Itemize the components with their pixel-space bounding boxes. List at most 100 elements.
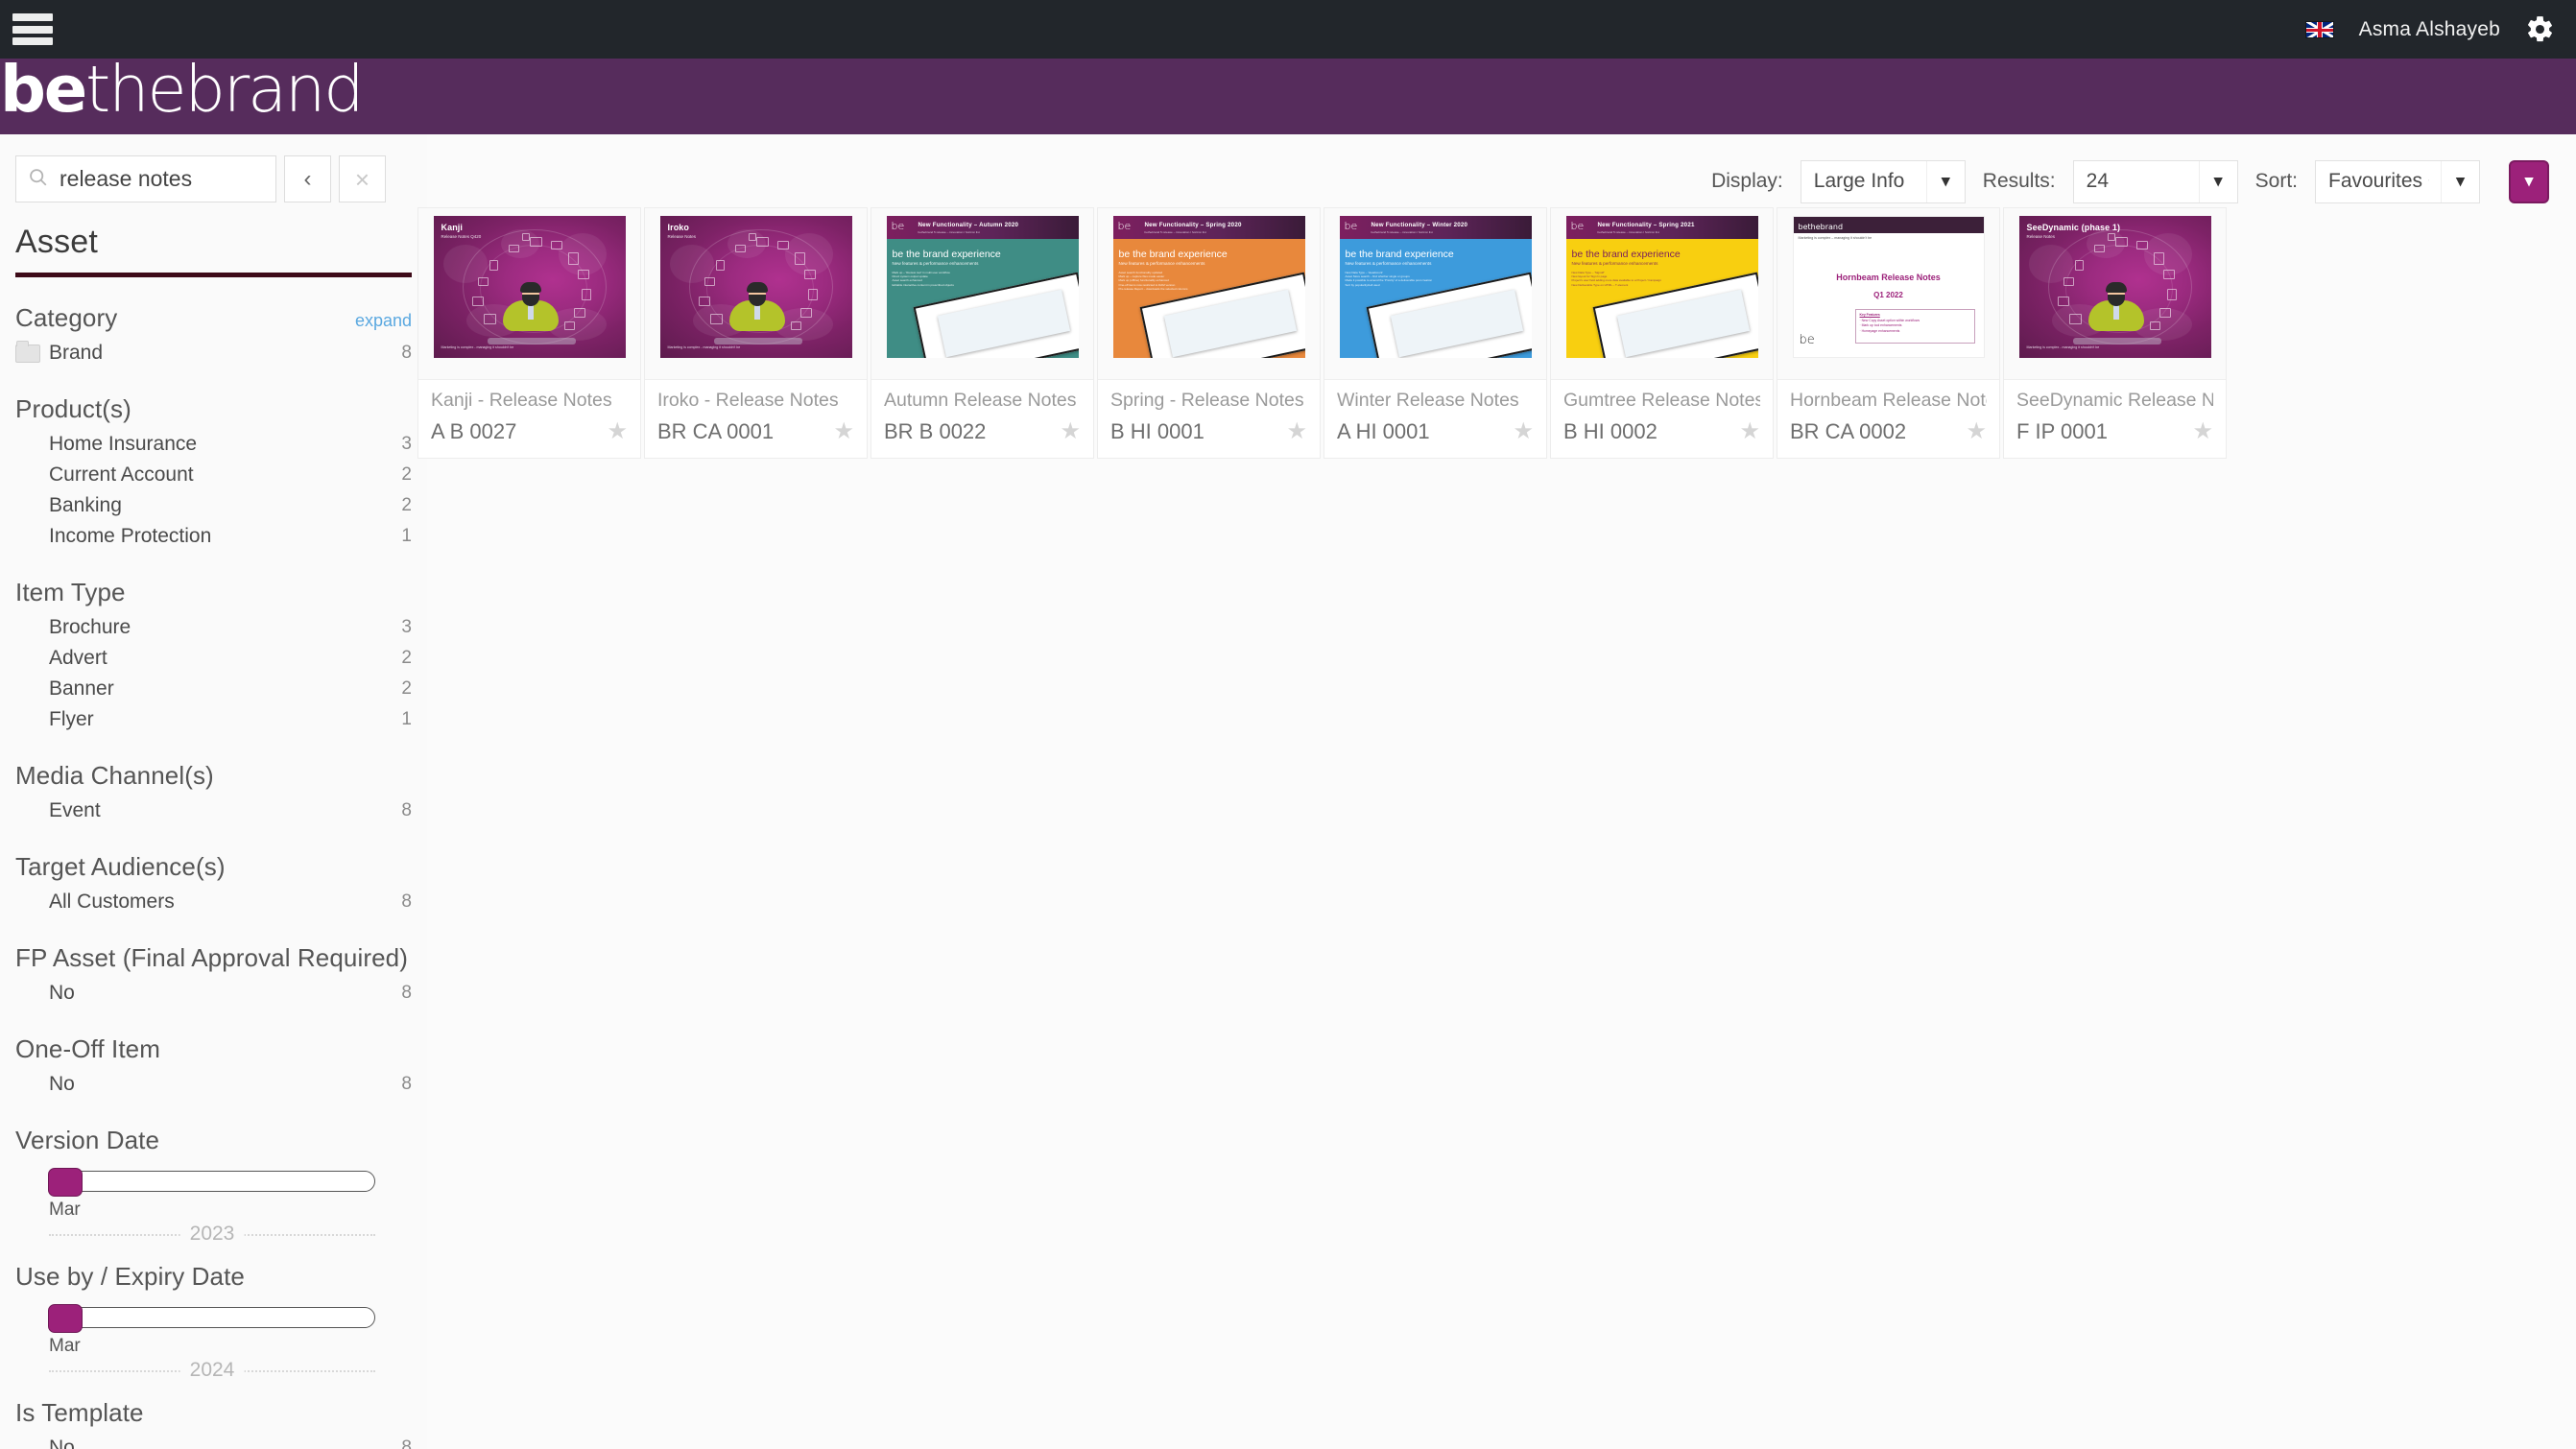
slider-thumb[interactable] xyxy=(48,1168,83,1197)
uk-flag-icon[interactable] xyxy=(2304,20,2334,38)
asset-card-meta: Hornbeam Release Notes BR CA 0002 ★ xyxy=(1777,379,1999,458)
facet-title: Product(s) xyxy=(15,394,131,423)
facet-row[interactable]: No 8 xyxy=(15,978,412,1009)
hamburger-icon[interactable] xyxy=(12,13,53,45)
facet-row[interactable]: All Customers 8 xyxy=(15,887,412,917)
asset-card-code: A HI 0001 xyxy=(1337,419,1430,443)
chevron-down-icon: ▾ xyxy=(2441,160,2479,202)
title-underline xyxy=(15,273,412,277)
favourite-star-icon[interactable]: ★ xyxy=(2192,420,2213,443)
facet-row[interactable]: Current Account 2 xyxy=(15,460,412,490)
asset-card[interactable]: SeeDynamic (phase 1) Release Notes Marke… xyxy=(2003,207,2227,459)
facet-header: Product(s) xyxy=(15,394,412,424)
asset-thumbnail: be the brand experience New features & p… xyxy=(1339,216,1532,358)
asset-thumbnail-area[interactable]: SeeDynamic (phase 1) Release Notes Marke… xyxy=(2004,208,2226,379)
asset-card[interactable]: bethebrand Marketing is complex – managi… xyxy=(1777,207,2000,459)
asset-card[interactable]: be the brand experience New features & p… xyxy=(1550,207,1774,459)
brand-banner: bethebrand xyxy=(0,52,2576,134)
thumb-bullets: Mark up – 'Review tool' in multi user wo… xyxy=(892,271,954,287)
favourite-star-icon[interactable]: ★ xyxy=(1286,420,1307,443)
facet-row-label: Banner xyxy=(49,677,114,700)
asset-thumbnail: Iroko Release Notes Marketing is complex… xyxy=(659,216,852,358)
facet-row[interactable]: Brochure 3 xyxy=(15,612,412,643)
thumb-title-2: Q1 2022 xyxy=(1873,291,1903,299)
asset-thumbnail-area[interactable]: Kanji Release Notes Q420 Marketing is co… xyxy=(418,208,640,379)
bethebrand-logo[interactable]: bethebrand xyxy=(0,52,365,127)
thumbnail-art: bethebrand Marketing is complex – managi… xyxy=(1792,216,1985,358)
favourite-star-icon[interactable]: ★ xyxy=(833,420,854,443)
facet-row[interactable]: Income Protection 1 xyxy=(15,521,412,552)
asset-card[interactable]: Iroko Release Notes Marketing is complex… xyxy=(644,207,868,459)
asset-thumbnail-area[interactable]: bethebrand Marketing is complex – managi… xyxy=(1777,208,1999,379)
username-label[interactable]: Asma Alshayeb xyxy=(2359,18,2500,41)
actions-menu-button[interactable]: ▾ xyxy=(2509,159,2549,203)
asset-card[interactable]: Kanji Release Notes Q420 Marketing is co… xyxy=(417,207,641,459)
slider-thumb[interactable] xyxy=(48,1304,83,1333)
slider-min-label: Mar xyxy=(49,1336,81,1356)
search-back-button[interactable]: ‹ xyxy=(284,155,331,202)
favourite-star-icon[interactable]: ★ xyxy=(1060,420,1081,443)
favourite-star-icon[interactable]: ★ xyxy=(1513,420,1534,443)
facet-row[interactable]: Home Insurance 3 xyxy=(15,429,412,460)
facet-expand-link[interactable]: expand xyxy=(355,311,412,331)
asset-thumbnail-area[interactable]: Iroko Release Notes Marketing is complex… xyxy=(645,208,867,379)
asset-thumbnail-area[interactable]: be the brand experience New features & p… xyxy=(1098,208,1320,379)
search-input[interactable] xyxy=(60,166,264,192)
asset-card-bottom: A HI 0001 ★ xyxy=(1337,419,1534,444)
display-select[interactable]: Large Info ▾ xyxy=(1800,159,1966,203)
display-select-value: Large Info xyxy=(1813,170,1905,192)
results-label: Results: xyxy=(1982,170,2056,192)
facet-row[interactable]: Banking 2 xyxy=(15,490,412,521)
facet-row[interactable]: No 8 xyxy=(15,1069,412,1100)
asset-card[interactable]: be the brand experience New features & p… xyxy=(1097,207,1321,459)
thumb-bar-subtitle: bethebrand 5 release – innovation / hori… xyxy=(1371,230,1433,234)
asset-card-grid: Kanji Release Notes Q420 Marketing is co… xyxy=(417,207,2576,459)
facet-row[interactable]: No 8 xyxy=(15,1433,412,1449)
thumb-slide-title: Kanji xyxy=(441,223,464,232)
favourite-star-icon[interactable]: ★ xyxy=(1739,420,1760,443)
asset-card[interactable]: be the brand experience New features & p… xyxy=(1324,207,1547,459)
slider-track[interactable] xyxy=(48,1304,375,1333)
facet-row[interactable]: Banner 2 xyxy=(15,674,412,704)
results-select[interactable]: 24 ▾ xyxy=(2072,159,2238,203)
asset-card-code: BR CA 0002 xyxy=(1790,419,1907,443)
facet-header: One-Off Item xyxy=(15,1034,412,1064)
asset-card-meta: Autumn Release Notes BR B 0022 ★ xyxy=(871,379,1093,458)
asset-thumbnail: be the brand experience New features & p… xyxy=(1112,216,1305,358)
thumbnail-art: Kanji Release Notes Q420 Marketing is co… xyxy=(433,216,626,358)
favourite-star-icon[interactable]: ★ xyxy=(607,420,628,443)
facet-group: One-Off Item No 8 xyxy=(15,1034,412,1100)
asset-card-bottom: BR B 0022 ★ xyxy=(884,419,1081,444)
facet-group: Category expand Brand 8 xyxy=(15,303,412,368)
facet-title: Media Channel(s) xyxy=(15,761,214,790)
favourite-star-icon[interactable]: ★ xyxy=(1966,420,1987,443)
search-clear-button[interactable]: × xyxy=(339,155,386,202)
facet-row[interactable]: Brand 8 xyxy=(15,338,412,368)
slider-scale: 2023 xyxy=(49,1223,375,1246)
search-box[interactable] xyxy=(15,155,276,202)
facet-row[interactable]: Flyer 1 xyxy=(15,704,412,735)
facet-title: Item Type xyxy=(15,578,126,606)
facet-title: Category xyxy=(15,303,118,332)
thumb-heading: be the brand experience xyxy=(1118,249,1228,260)
sort-select-value: Favourites + Lat... xyxy=(2328,170,2429,192)
thumb-subheading: New features & performance enhancements xyxy=(1571,261,1658,266)
asset-card[interactable]: be the brand experience New features & p… xyxy=(871,207,1094,459)
logo-be: be xyxy=(0,52,87,127)
asset-thumbnail-area[interactable]: be the brand experience New features & p… xyxy=(871,208,1093,379)
asset-thumbnail-area[interactable]: be the brand experience New features & p… xyxy=(1551,208,1773,379)
sort-select[interactable]: Favourites + Lat... ▾ xyxy=(2315,159,2480,203)
gear-icon[interactable] xyxy=(2525,14,2555,44)
slider-min-label: Mar xyxy=(49,1200,81,1220)
top-bar: Asma Alshayeb xyxy=(0,0,2576,59)
asset-thumbnail-area[interactable]: be the brand experience New features & p… xyxy=(1324,208,1546,379)
facet-title: Target Audience(s) xyxy=(15,852,226,881)
facet-row-count: 3 xyxy=(401,434,412,454)
facet-row[interactable]: Event 8 xyxy=(15,796,412,826)
chevron-down-icon: ▾ xyxy=(1925,160,1965,202)
facet-row-count: 8 xyxy=(401,1437,412,1449)
slider-track[interactable] xyxy=(48,1168,375,1197)
facet-row-count: 2 xyxy=(401,648,412,668)
facet-row[interactable]: Advert 2 xyxy=(15,643,412,674)
facet-row-label: Flyer xyxy=(49,708,94,730)
